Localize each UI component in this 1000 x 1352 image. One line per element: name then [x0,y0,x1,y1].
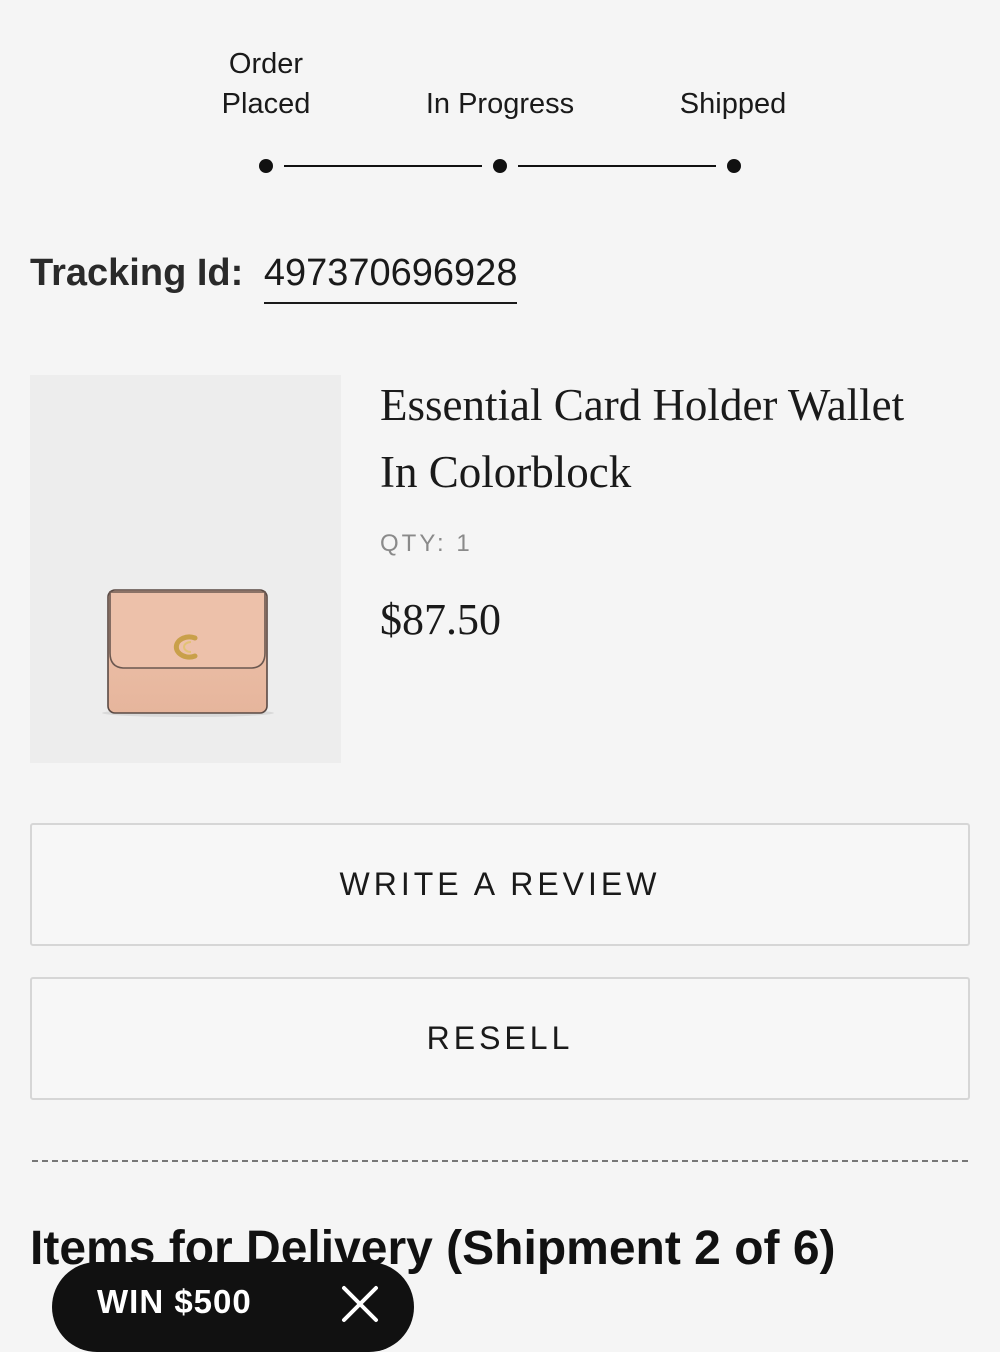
product-name[interactable]: Essential Card Holder Wallet In Colorblo… [380,372,940,506]
order-progress-tracker: Order Placed In Progress Shipped [0,0,1000,200]
step-order-placed-dot [259,159,273,173]
step-in-progress-label: In Progress [425,88,575,120]
product-quantity: QTY: 1 [380,530,473,557]
tracking-info: Tracking Id: 497370696928 [30,248,518,308]
promo-label: WIN $500 [97,1283,252,1320]
step-connector-line [518,165,716,167]
step-in-progress-dot [493,159,507,173]
resell-button[interactable]: RESELL [30,977,970,1100]
step-label-text: Order Placed [221,48,311,120]
tracking-id-label: Tracking Id: [30,252,244,294]
wallet-product-image [102,589,274,717]
step-order-placed-label: Order Placed [186,44,346,124]
step-connector-line [284,165,482,167]
section-divider [32,1160,968,1162]
win-promo-pill[interactable]: WIN $500 [52,1262,414,1352]
step-shipped-dot [727,159,741,173]
product-image[interactable] [30,375,341,763]
product-price: $87.50 [380,595,501,644]
write-review-button[interactable]: WRITE A REVIEW [30,823,970,946]
step-shipped-label: Shipped [679,88,787,120]
tracking-id-link[interactable]: 497370696928 [263,248,518,304]
close-icon[interactable] [338,1282,382,1326]
